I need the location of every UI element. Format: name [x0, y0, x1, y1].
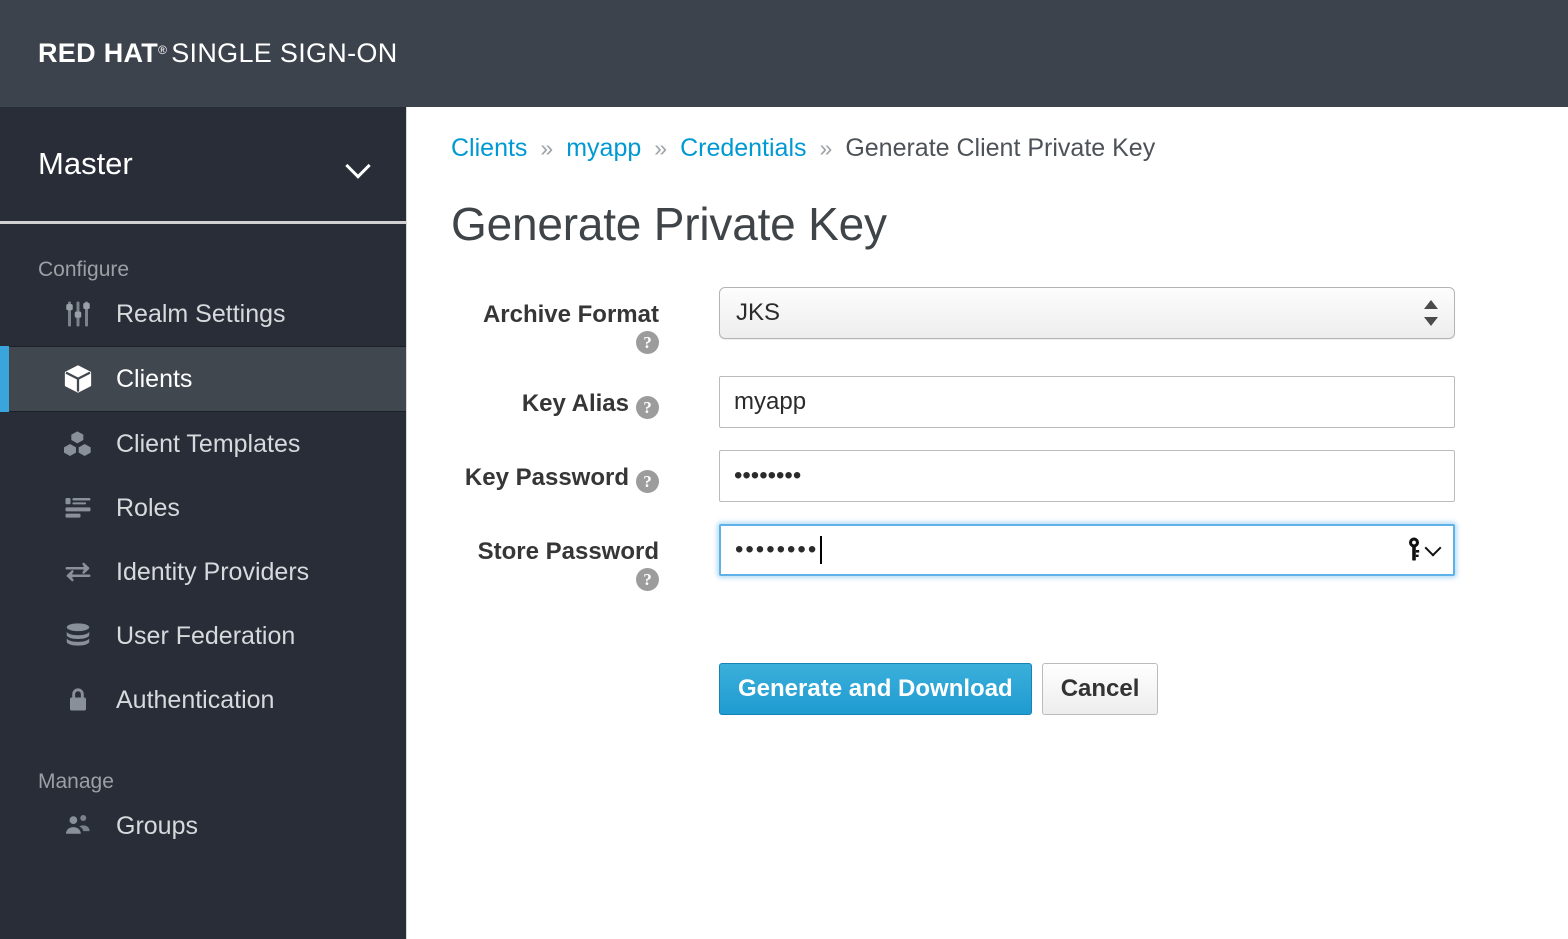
sidebar: Master Configure Realm Settings Clients … — [0, 107, 406, 939]
label-text: Store Password — [477, 538, 659, 566]
sidebar-item-label: Clients — [116, 364, 193, 393]
label-text: Key Password — [464, 464, 629, 492]
list-icon — [62, 492, 94, 524]
form-field-key-alias — [681, 376, 1455, 429]
realm-selector[interactable]: Master — [0, 107, 406, 224]
password-key-icon[interactable] — [1404, 536, 1442, 564]
sidebar-item-groups[interactable]: Groups — [0, 794, 406, 858]
nav-section-title-configure: Configure — [38, 258, 130, 281]
cancel-button[interactable]: Cancel — [1041, 663, 1159, 716]
generate-and-download-button[interactable]: Generate and Download — [719, 663, 1032, 716]
form-field-archive-format: JKS — [681, 287, 1455, 339]
form-label-key-alias: Key Alias? — [407, 376, 681, 420]
page-title: Generate Private Key — [451, 198, 887, 250]
form-row-archive-format: Archive Format ? JKS — [407, 287, 1568, 355]
label-help-wrap: ? — [407, 331, 659, 355]
form-row-key-password: Key Password? — [407, 450, 1568, 503]
cubes-icon — [62, 428, 94, 460]
cube-icon — [62, 363, 94, 395]
help-circle-icon[interactable]: ? — [636, 396, 659, 420]
exchange-arrows-icon — [62, 556, 94, 588]
sidebar-item-label: Roles — [116, 493, 180, 522]
form-label-store-password: Store Password ? — [407, 524, 681, 592]
sidebar-item-label: Client Templates — [116, 429, 301, 458]
sidebar-item-user-federation[interactable]: User Federation — [0, 604, 406, 668]
breadcrumb-item-current: Generate Client Private Key — [845, 134, 1156, 162]
nav-group-configure: Configure Realm Settings Clients Client … — [0, 224, 406, 736]
store-password-wrap: •••••••• — [719, 524, 1455, 577]
nav-section-title-manage: Manage — [38, 770, 114, 793]
help-circle-icon[interactable]: ? — [636, 568, 659, 592]
select-stepper-icon — [1424, 298, 1438, 328]
sidebar-item-identity-providers[interactable]: Identity Providers — [0, 540, 406, 604]
breadcrumb-separator: » — [819, 135, 833, 161]
help-circle-icon[interactable]: ? — [636, 470, 659, 494]
sidebar-item-roles[interactable]: Roles — [0, 476, 406, 540]
application-window: RED HAT ® SINGLE SIGN-ON Master Configure — [0, 0, 1568, 939]
sidebar-item-label: Authentication — [116, 685, 275, 714]
label-help-wrap: ? — [407, 568, 659, 592]
sidebar-item-label: User Federation — [116, 621, 296, 650]
button-row: Generate and Download Cancel — [719, 663, 1455, 716]
lock-icon — [62, 684, 94, 716]
generate-private-key-form: Archive Format ? JKS Key Alias ? myapp K… — [407, 251, 1568, 716]
help-circle-icon[interactable]: ? — [636, 331, 659, 355]
form-actions: Generate and Download Cancel — [681, 613, 1455, 716]
sidebar-item-authentication[interactable]: Authentication — [0, 668, 406, 732]
label-text: Key Alias — [521, 390, 629, 418]
chevron-down-icon — [346, 157, 372, 172]
form-label-archive-format: Archive Format ? — [407, 287, 681, 355]
key-password-wrap — [719, 450, 1455, 503]
sidebar-item-label: Groups — [116, 811, 198, 840]
database-icon — [62, 620, 94, 652]
sidebar-item-label: Identity Providers — [116, 557, 310, 586]
form-row-key-alias: Key Alias? — [407, 376, 1568, 429]
sidebar-item-clients[interactable]: Clients — [0, 346, 406, 412]
breadcrumb-separator: » — [540, 135, 554, 161]
breadcrumb-item-myapp[interactable]: myapp — [566, 134, 641, 163]
breadcrumb-item-credentials[interactable]: Credentials — [680, 134, 806, 163]
key-alias-input[interactable] — [719, 376, 1455, 429]
nav-group-manage: Manage Groups — [0, 736, 406, 862]
label-text: Archive Format — [482, 301, 659, 328]
sidebar-item-realm-settings[interactable]: Realm Settings — [0, 282, 406, 346]
product-logo: RED HAT ® SINGLE SIGN-ON — [38, 38, 398, 69]
form-field-key-password — [681, 450, 1455, 503]
users-icon — [62, 810, 94, 842]
main-content: Clients » myapp » Credentials » Generate… — [406, 107, 1568, 939]
form-label-key-password: Key Password? — [407, 450, 681, 494]
actions-label-spacer — [407, 613, 681, 625]
brand-redhat: RED HAT — [38, 38, 159, 68]
breadcrumb-item-clients[interactable]: Clients — [451, 134, 527, 163]
breadcrumb: Clients » myapp » Credentials » Generate… — [407, 107, 1568, 163]
sidebar-item-client-templates[interactable]: Client Templates — [0, 412, 406, 476]
form-row-actions: Generate and Download Cancel — [407, 613, 1568, 716]
sidebar-item-label: Realm Settings — [116, 299, 286, 328]
realm-name: Master — [38, 146, 133, 181]
breadcrumb-separator: » — [654, 135, 668, 161]
form-row-store-password: Store Password ? •••••••• — [407, 524, 1568, 592]
brand-product: SINGLE SIGN-ON — [171, 38, 398, 68]
chevron-down-icon — [1424, 539, 1442, 557]
archive-format-selected-value: JKS — [736, 299, 781, 326]
store-password-input[interactable] — [719, 524, 1455, 577]
sliders-icon — [62, 298, 94, 330]
key-password-input[interactable] — [719, 450, 1455, 503]
registered-trademark-icon: ® — [158, 43, 168, 57]
form-field-store-password: •••••••• — [681, 524, 1455, 577]
archive-format-select[interactable]: JKS — [719, 287, 1455, 339]
masthead: RED HAT ® SINGLE SIGN-ON — [0, 0, 1568, 107]
